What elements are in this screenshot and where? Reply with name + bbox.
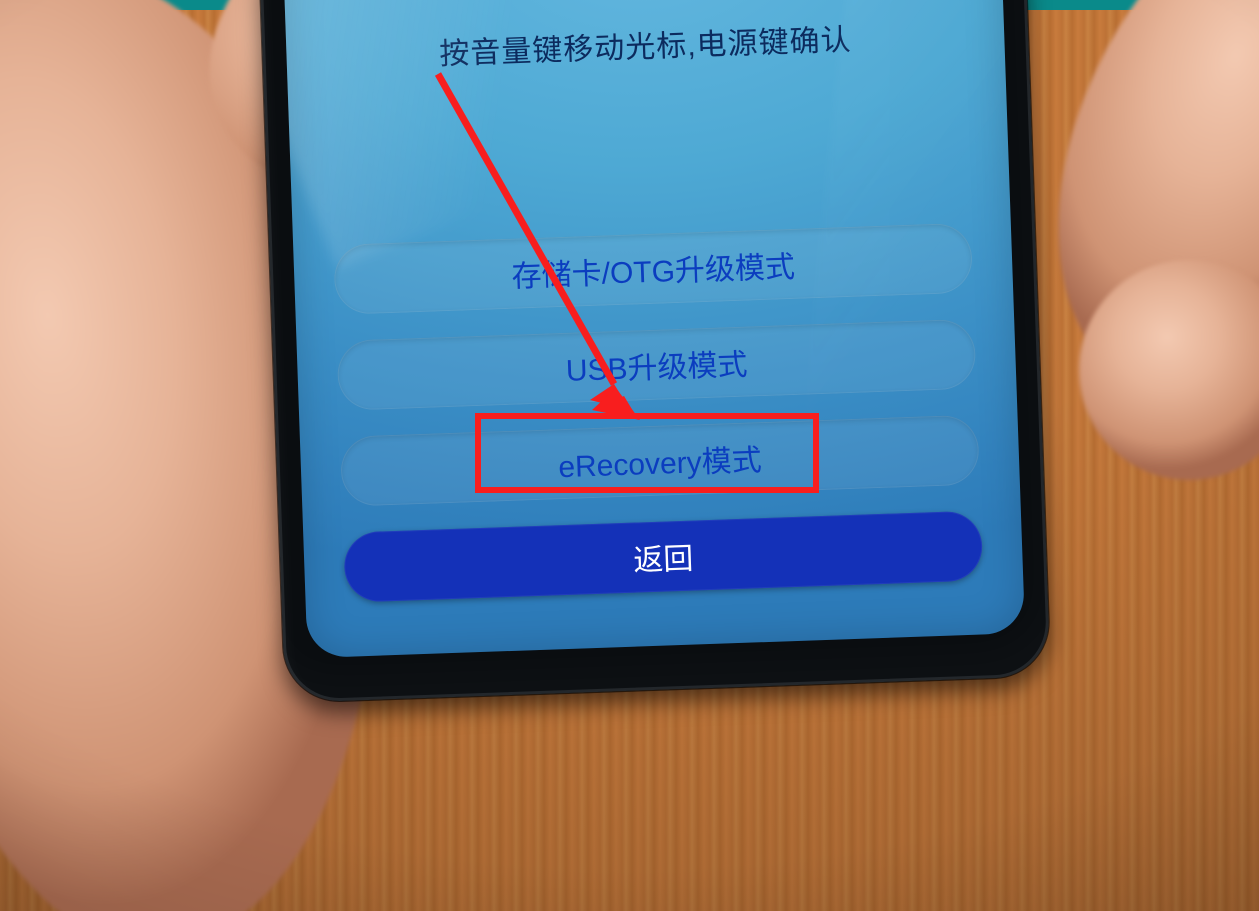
menu-list: 存储卡/OTG升级模式 USB升级模式 eRecovery模式 返回	[333, 223, 983, 603]
recovery-menu: 按音量键移动光标,电源键确认 存储卡/OTG升级模式 USB升级模式 eReco…	[283, 0, 1025, 658]
background-scene: 按音量键移动光标,电源键确认 存储卡/OTG升级模式 USB升级模式 eReco…	[0, 0, 1259, 911]
phone: 按音量键移动光标,电源键确认 存储卡/OTG升级模式 USB升级模式 eReco…	[258, 0, 1050, 703]
phone-screen: 按音量键移动光标,电源键确认 存储卡/OTG升级模式 USB升级模式 eReco…	[283, 0, 1025, 658]
menu-item-usb[interactable]: USB升级模式	[337, 319, 977, 411]
menu-item-sdcard-otg[interactable]: 存储卡/OTG升级模式	[333, 223, 973, 315]
menu-item-back[interactable]: 返回	[343, 511, 983, 603]
instruction-text: 按音量键移动光标,电源键确认	[439, 15, 853, 73]
menu-item-erecovery[interactable]: eRecovery模式	[340, 415, 980, 507]
